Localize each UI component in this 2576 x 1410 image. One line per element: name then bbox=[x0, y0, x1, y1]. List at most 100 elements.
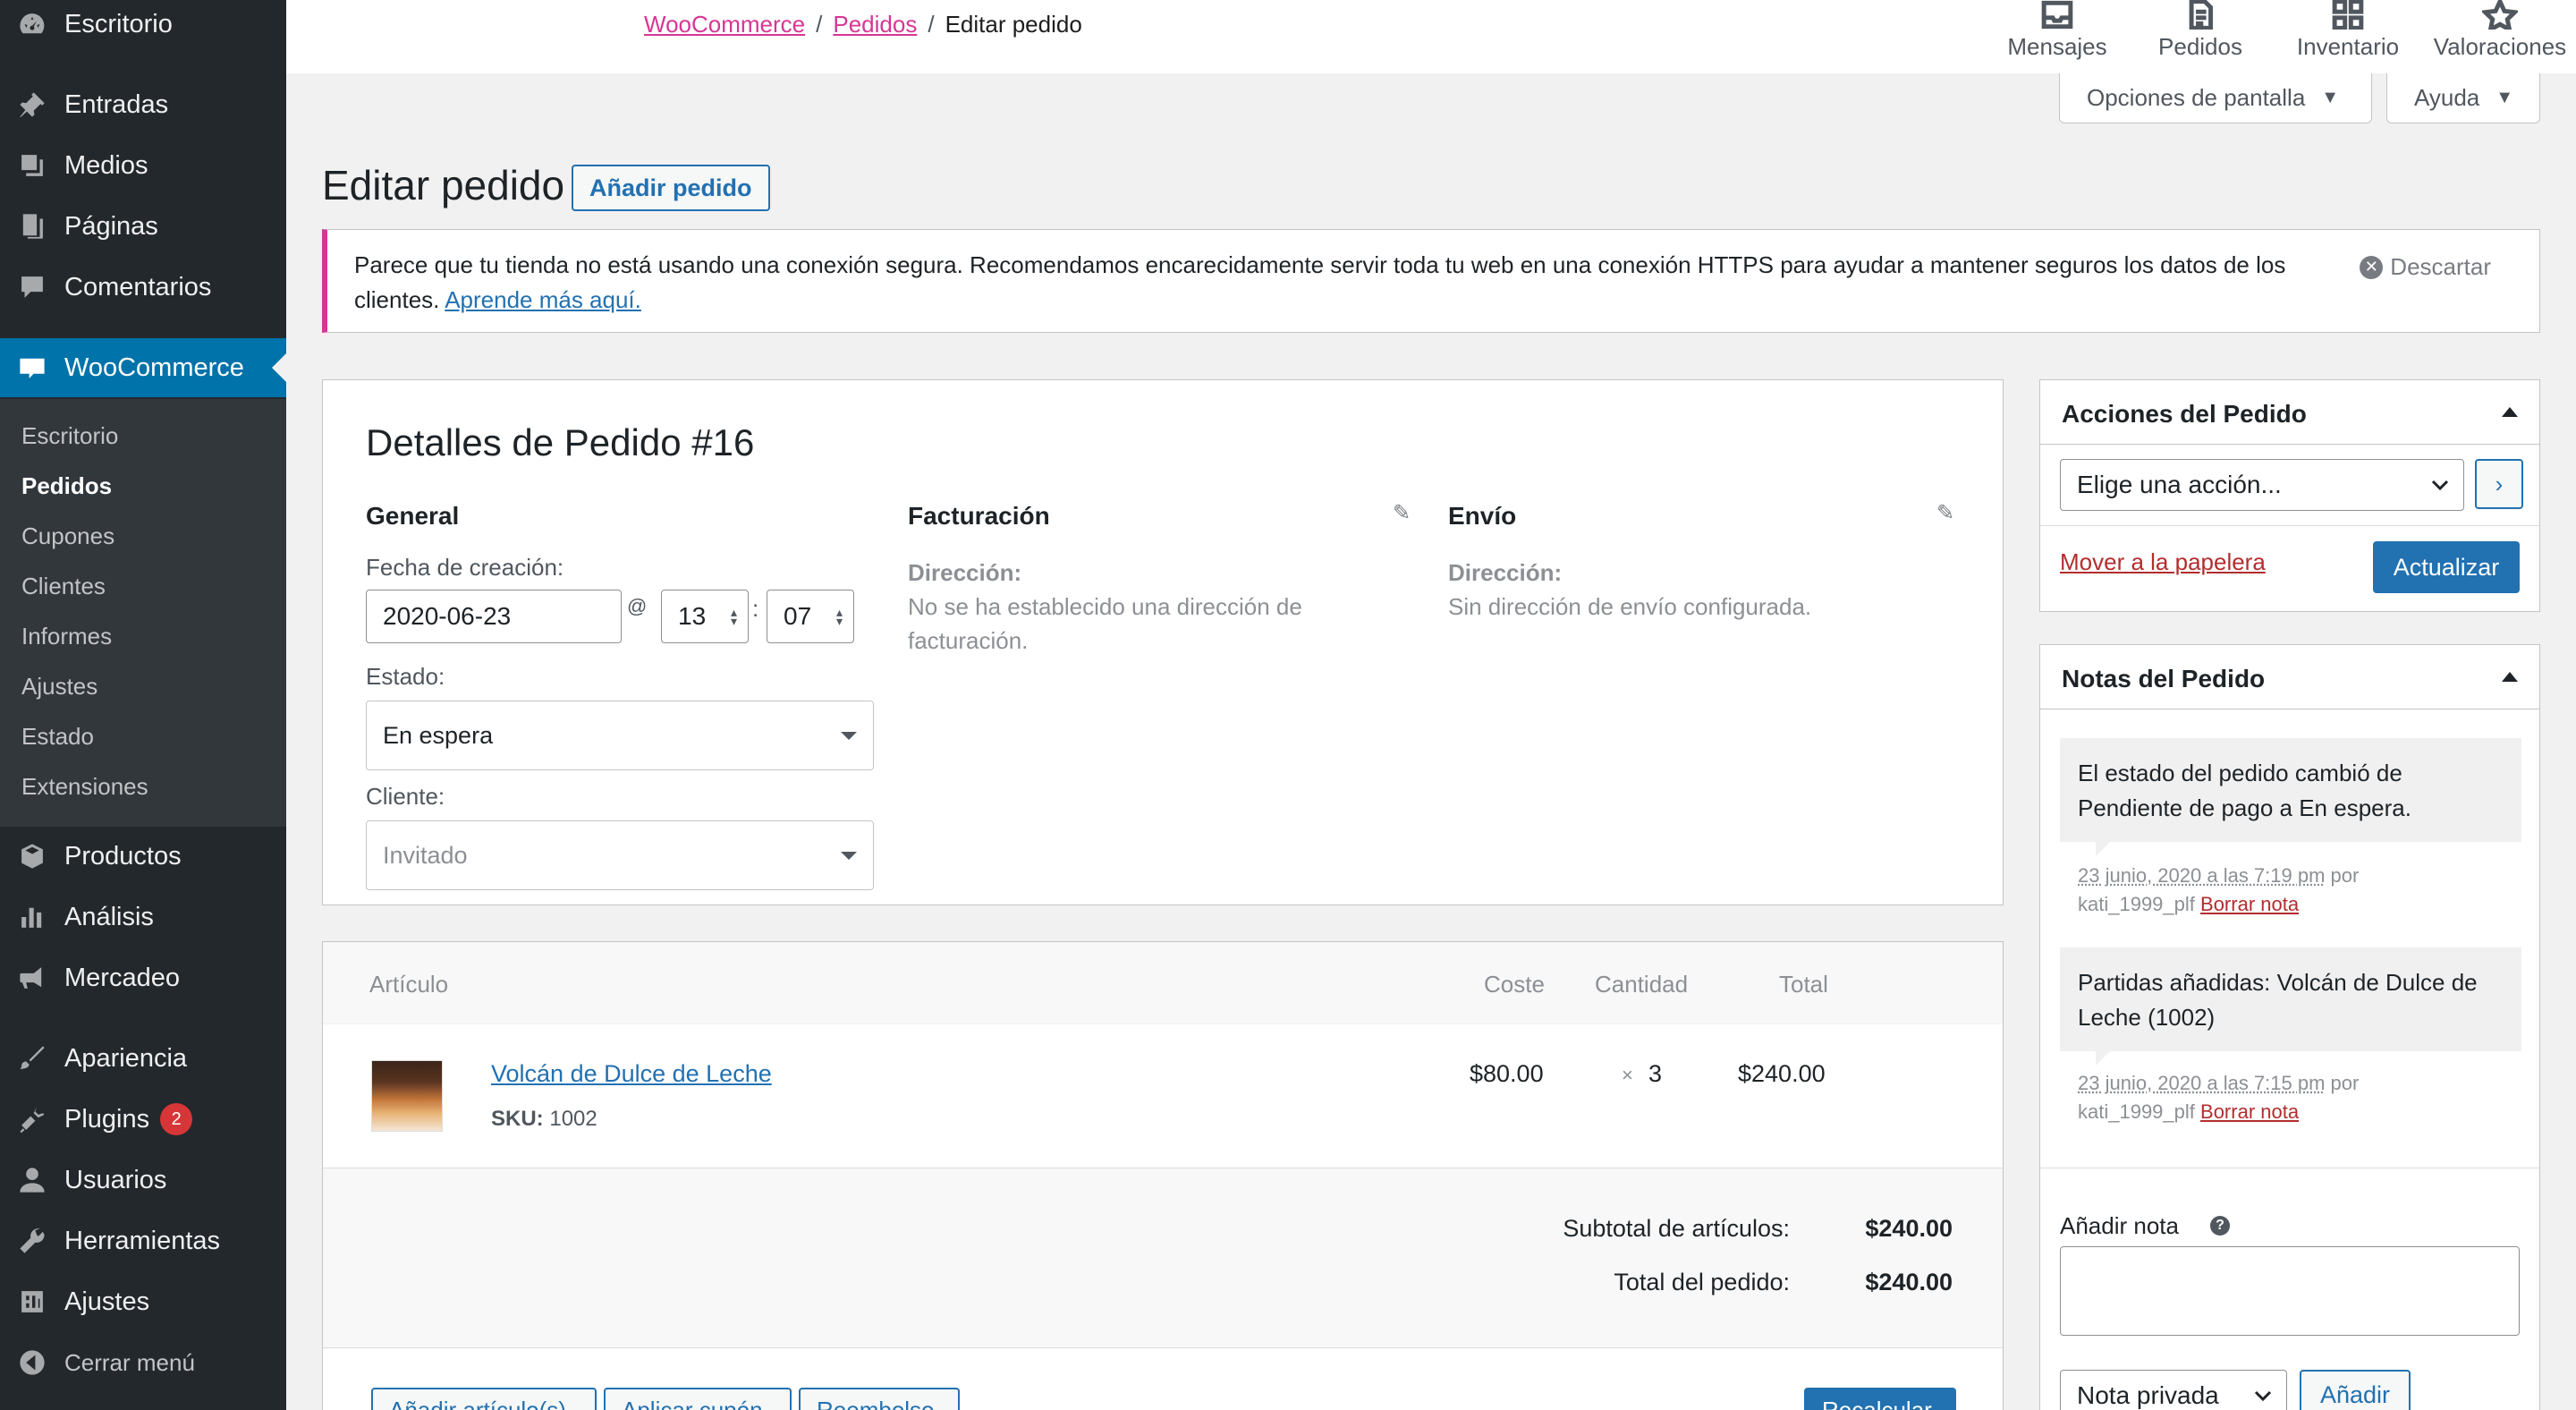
recalculate-button[interactable]: Recalcular bbox=[1804, 1388, 1956, 1410]
collapse-arrow-icon[interactable] bbox=[2502, 672, 2518, 682]
menu-item-comments[interactable]: Comentarios bbox=[0, 258, 286, 317]
menu-item-dashboard[interactable]: Escritorio bbox=[0, 0, 286, 54]
edit-billing-pencil-icon[interactable]: ✎ bbox=[1393, 500, 1411, 526]
apply-coupon-button[interactable]: Aplicar cupón bbox=[604, 1388, 792, 1410]
minute-value: 07 bbox=[784, 602, 811, 631]
note-date: 23 junio, 2020 a las 7:15 pm bbox=[2078, 1072, 2325, 1094]
pin-icon bbox=[14, 87, 50, 123]
orders-activity-label: Pedidos bbox=[2158, 33, 2242, 61]
add-order-button[interactable]: Añadir pedido bbox=[572, 165, 770, 211]
subtotal-label: Subtotal de artículos: bbox=[1307, 1215, 1790, 1243]
help-tip-icon[interactable]: ? bbox=[2210, 1216, 2230, 1236]
plugin-icon bbox=[14, 1101, 50, 1137]
submenu-item-status[interactable]: Estado bbox=[21, 723, 94, 751]
update-button[interactable]: Actualizar bbox=[2373, 541, 2520, 593]
note-meta: 23 junio, 2020 a las 7:15 pm por kati_19… bbox=[2078, 1069, 2359, 1126]
menu-item-woocommerce[interactable]: WooCommerce bbox=[0, 338, 286, 397]
reviews-button[interactable]: Valoraciones bbox=[2424, 0, 2576, 73]
order-status-select[interactable]: En espera bbox=[366, 701, 874, 770]
shipping-address-label: Dirección: bbox=[1448, 559, 1562, 587]
orders-activity-button[interactable]: Pedidos bbox=[2147, 0, 2254, 73]
breadcrumb-woocommerce-link[interactable]: WooCommerce bbox=[644, 11, 805, 38]
menu-item-products[interactable]: Productos bbox=[0, 827, 286, 886]
collapse-menu-button[interactable]: Cerrar menú bbox=[0, 1333, 286, 1392]
submenu-item-customers[interactable]: Clientes bbox=[21, 573, 106, 600]
menu-label: Apariencia bbox=[64, 1044, 187, 1074]
menu-item-pages[interactable]: Páginas bbox=[0, 197, 286, 256]
analytics-icon bbox=[14, 899, 50, 935]
menu-item-plugins[interactable]: Plugins 2 bbox=[0, 1090, 286, 1149]
breadcrumb-orders-link[interactable]: Pedidos bbox=[833, 11, 917, 38]
product-name-link[interactable]: Volcán de Dulce de Leche bbox=[491, 1060, 772, 1088]
note-type-select[interactable]: Nota privada bbox=[2060, 1370, 2287, 1410]
screen-options-button[interactable]: Opciones de pantalla ▼ bbox=[2059, 73, 2372, 123]
submenu-item-reports[interactable]: Informes bbox=[21, 623, 112, 650]
menu-label: Cerrar menú bbox=[64, 1349, 195, 1377]
add-note-textarea[interactable] bbox=[2060, 1246, 2520, 1336]
update-count-badge: 2 bbox=[160, 1103, 192, 1135]
menu-item-users[interactable]: Usuarios bbox=[0, 1151, 286, 1210]
order-actions-header[interactable]: Acciones del Pedido bbox=[2040, 380, 2539, 445]
menu-label: Plugins bbox=[64, 1105, 149, 1134]
note-type-value: Nota privada bbox=[2077, 1381, 2219, 1409]
apply-action-button[interactable]: › bbox=[2475, 459, 2523, 509]
menu-item-tools[interactable]: Herramientas bbox=[0, 1211, 286, 1270]
breadcrumb-current: Editar pedido bbox=[945, 11, 1082, 38]
add-note-label: Añadir nota bbox=[2060, 1212, 2179, 1240]
chevron-down-icon bbox=[2429, 476, 2451, 494]
chevron-down-icon bbox=[841, 732, 857, 740]
menu-item-posts[interactable]: Entradas bbox=[0, 75, 286, 134]
help-button[interactable]: Ayuda ▼ bbox=[2386, 73, 2540, 123]
order-actions-title: Acciones del Pedido bbox=[2062, 400, 2307, 428]
menu-item-media[interactable]: Medios bbox=[0, 136, 286, 195]
submenu-item-extensions[interactable]: Extensiones bbox=[21, 773, 148, 801]
user-icon bbox=[14, 1162, 50, 1198]
delete-note-link[interactable]: Borrar nota bbox=[2200, 893, 2299, 915]
menu-item-analytics[interactable]: Análisis bbox=[0, 888, 286, 947]
star-icon bbox=[2482, 0, 2518, 30]
spinner-icon: ▴ ▾ bbox=[836, 607, 843, 625]
collapse-arrow-icon[interactable] bbox=[2502, 407, 2518, 417]
general-title: General bbox=[366, 502, 459, 531]
edit-shipping-pencil-icon[interactable]: ✎ bbox=[1936, 500, 1954, 526]
menu-label: Mercadeo bbox=[64, 964, 180, 993]
submenu-item-dashboard[interactable]: Escritorio bbox=[21, 422, 118, 450]
breadcrumb-separator: / bbox=[816, 11, 822, 38]
menu-item-settings[interactable]: Ajustes bbox=[0, 1272, 286, 1331]
inventory-label: Inventario bbox=[2297, 33, 2399, 61]
learn-more-link[interactable]: Aprende más aquí. bbox=[445, 286, 641, 313]
add-note-button[interactable]: Añadir bbox=[2300, 1370, 2411, 1410]
close-icon: ✕ bbox=[2360, 256, 2383, 279]
menu-label: Páginas bbox=[64, 212, 158, 242]
quantity-times: × bbox=[1622, 1064, 1633, 1087]
submenu-item-coupons[interactable]: Cupones bbox=[21, 522, 114, 550]
add-items-button[interactable]: Añadir artículo(s) bbox=[371, 1388, 597, 1410]
note-date: 23 junio, 2020 a las 7:19 pm bbox=[2078, 864, 2325, 887]
move-to-trash-link[interactable]: Mover a la papelera bbox=[2060, 548, 2266, 576]
refund-button[interactable]: Reembolso bbox=[799, 1388, 960, 1410]
inbox-button[interactable]: Mensajes bbox=[1995, 0, 2120, 73]
comment-icon bbox=[14, 269, 50, 305]
item-cost: $80.00 bbox=[1470, 1060, 1544, 1088]
subtotal-value: $240.00 bbox=[1826, 1215, 1953, 1243]
submenu-item-orders[interactable]: Pedidos bbox=[21, 472, 112, 500]
order-notes-header[interactable]: Notas del Pedido bbox=[2040, 645, 2539, 709]
date-created-input[interactable]: 2020-06-23 bbox=[366, 590, 622, 643]
customer-select[interactable]: Invitado bbox=[366, 820, 874, 890]
menu-item-marketing[interactable]: Mercadeo bbox=[0, 948, 286, 1007]
submenu-item-settings[interactable]: Ajustes bbox=[21, 673, 97, 701]
orders-icon bbox=[2182, 0, 2218, 30]
order-action-select[interactable]: Elige una acción... bbox=[2060, 459, 2464, 511]
woocommerce-header: WooCommerce / Pedidos / Editar pedido Mensaj… bbox=[286, 0, 2576, 73]
notice-text: Parece que tu tienda no está usando una … bbox=[354, 251, 2285, 313]
note-text: Partidas añadidas: Volcán de Dulce de Le… bbox=[2078, 969, 2478, 1031]
help-label: Ayuda bbox=[2414, 84, 2479, 112]
order-note: Partidas añadidas: Volcán de Dulce de Le… bbox=[2060, 947, 2521, 1051]
status-value: En espera bbox=[383, 722, 493, 750]
delete-note-link[interactable]: Borrar nota bbox=[2200, 1100, 2299, 1123]
stock-button[interactable]: Inventario bbox=[2281, 0, 2415, 73]
menu-item-appearance[interactable]: Apariencia bbox=[0, 1029, 286, 1088]
dismiss-button[interactable]: ✕ Descartar bbox=[2360, 250, 2491, 285]
hour-input[interactable]: 13 ▴ ▾ bbox=[661, 590, 749, 643]
minute-input[interactable]: 07 ▴ ▾ bbox=[767, 590, 854, 643]
